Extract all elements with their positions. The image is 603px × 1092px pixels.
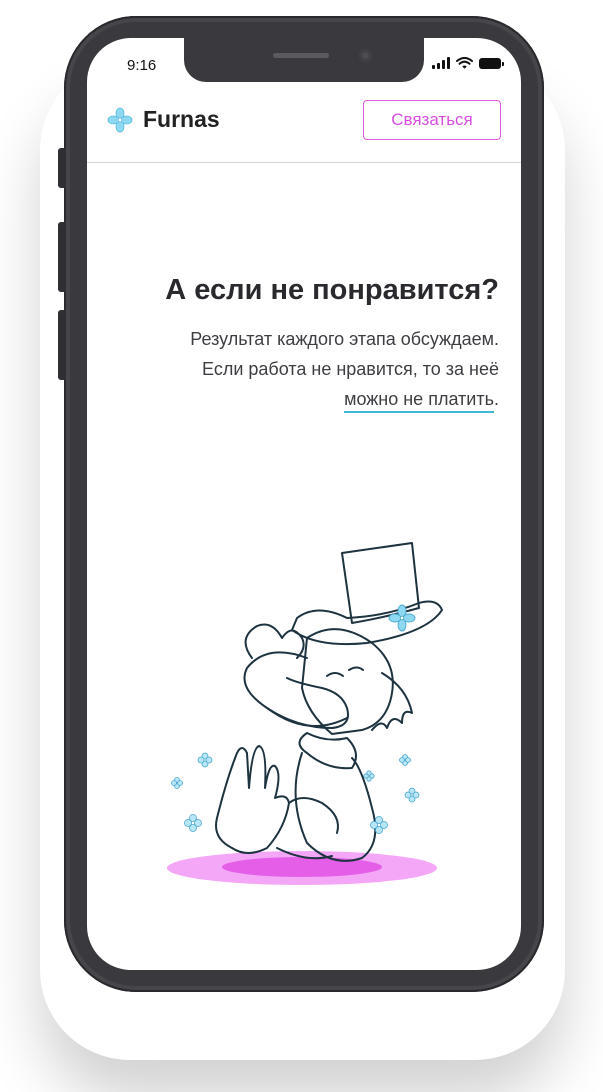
front-hand bbox=[215, 745, 290, 854]
contact-button[interactable]: Связаться bbox=[363, 100, 501, 140]
wifi-icon bbox=[456, 57, 473, 69]
collar bbox=[298, 732, 357, 770]
speaker bbox=[273, 53, 329, 58]
body bbox=[294, 752, 377, 862]
description-line-3: можно не платить. bbox=[99, 384, 499, 414]
screen: 9:16 Furnas Связаться А если не понравит… bbox=[87, 38, 521, 970]
logo[interactable]: Furnas bbox=[107, 106, 220, 133]
volume-up-button bbox=[58, 222, 66, 292]
duck-illustration bbox=[167, 542, 443, 885]
no-pay-link[interactable]: можно не платить bbox=[344, 389, 494, 413]
battery-icon bbox=[479, 57, 504, 69]
flower-logo-icon bbox=[107, 107, 133, 132]
description: Результат каждого этапа обсуждаем. Если … bbox=[99, 324, 499, 414]
site-header: Furnas Связаться bbox=[87, 98, 521, 163]
link-suffix: . bbox=[493, 389, 499, 409]
mute-switch bbox=[58, 148, 66, 188]
notch bbox=[184, 38, 424, 82]
closed-eye bbox=[326, 672, 344, 677]
description-line-1: Результат каждого этапа обсуждаем. bbox=[190, 329, 499, 349]
page-title: А если не понравится? bbox=[165, 274, 499, 306]
status-time: 9:16 bbox=[127, 57, 157, 74]
status-icons bbox=[432, 57, 504, 69]
hat-flower-icon bbox=[388, 604, 416, 632]
volume-down-button bbox=[58, 310, 66, 380]
brand-name: Furnas bbox=[143, 106, 220, 132]
hat-top bbox=[341, 542, 420, 624]
front-camera bbox=[359, 49, 372, 62]
beak-lower bbox=[266, 707, 348, 727]
signal-icon bbox=[432, 57, 450, 69]
beak bbox=[243, 651, 349, 729]
description-line-2: Если работа не нравится, то за неё bbox=[202, 359, 499, 379]
